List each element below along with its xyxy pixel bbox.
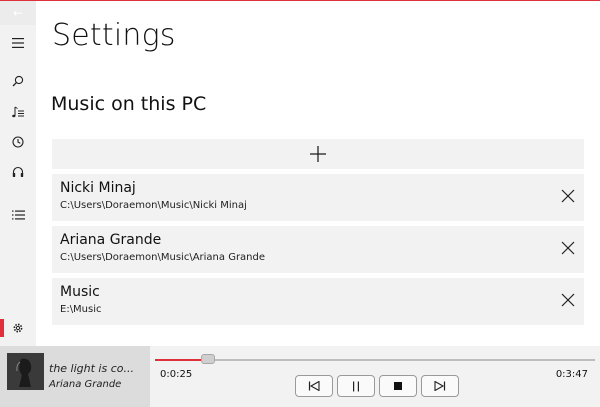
hamburger-menu-button[interactable] <box>0 29 36 57</box>
search-icon <box>12 75 24 87</box>
now-playing-headphones-icon <box>12 166 24 177</box>
current-time: 0:0:25 <box>160 369 193 380</box>
skip-next-icon <box>434 381 446 391</box>
settings-button[interactable] <box>0 314 36 342</box>
song-title: the light is co... <box>49 362 134 375</box>
stop-button[interactable] <box>379 375 417 397</box>
recent-clock-icon <box>12 136 24 148</box>
folder-name: Ariana Grande <box>60 232 162 248</box>
stop-icon <box>394 382 402 390</box>
folder-path: C:\Users\Doraemon\Music\Ariana Grande <box>60 252 266 263</box>
folder-item: Music E:\Music <box>52 278 584 325</box>
now-playing-button[interactable] <box>0 158 36 186</box>
playlists-button[interactable] <box>0 201 36 229</box>
playlist-icon <box>11 210 25 220</box>
pause-button[interactable] <box>337 375 375 397</box>
close-icon <box>561 293 575 307</box>
music-library-button[interactable] <box>0 98 36 126</box>
folder-path: E:\Music <box>60 304 102 315</box>
folder-name: Music <box>60 284 100 300</box>
pause-icon <box>353 381 359 391</box>
back-arrow-icon: ← <box>12 6 24 20</box>
nav-rail: ← <box>0 1 36 346</box>
total-time: 0:3:47 <box>555 369 588 380</box>
folder-name: Nicki Minaj <box>60 180 136 196</box>
remove-folder-button[interactable] <box>558 238 578 258</box>
music-library-icon <box>11 106 24 118</box>
plus-icon <box>310 146 326 162</box>
song-artist: Ariana Grande <box>49 379 122 390</box>
player-bar: the light is co... Ariana Grande 0:0:25 … <box>0 346 600 407</box>
window-accent-line <box>0 0 600 1</box>
search-button[interactable] <box>0 67 36 95</box>
previous-button[interactable] <box>295 375 333 397</box>
recent-button[interactable] <box>0 128 36 156</box>
close-icon <box>561 241 575 255</box>
page-title: Settings <box>52 18 176 53</box>
hamburger-menu-icon <box>12 38 24 48</box>
skip-previous-icon <box>308 381 320 391</box>
back-button[interactable]: ← <box>0 1 36 25</box>
now-playing-panel[interactable]: the light is co... Ariana Grande <box>0 346 150 407</box>
folder-path: C:\Users\Doraemon\Music\Nicki Minaj <box>60 200 247 211</box>
settings-gear-icon <box>13 323 23 333</box>
seek-thumb[interactable] <box>201 354 215 364</box>
next-button[interactable] <box>421 375 459 397</box>
remove-folder-button[interactable] <box>558 186 578 206</box>
remove-folder-button[interactable] <box>558 290 578 310</box>
close-icon <box>561 189 575 203</box>
add-folder-button[interactable] <box>52 139 584 169</box>
album-art <box>7 353 44 390</box>
seek-track[interactable] <box>155 359 595 361</box>
section-title: Music on this PC <box>51 93 207 115</box>
folder-item: Ariana Grande C:\Users\Doraemon\Music\Ar… <box>52 226 584 273</box>
folder-item: Nicki Minaj C:\Users\Doraemon\Music\Nick… <box>52 174 584 221</box>
